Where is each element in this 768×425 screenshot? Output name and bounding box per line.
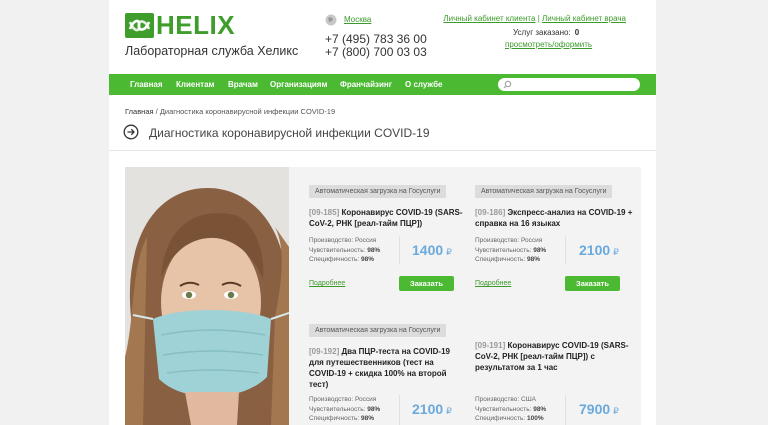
price-value: 1400 <box>412 242 444 258</box>
search-icon <box>503 80 512 89</box>
gosuslugi-tag: Автоматическая загрузка на Госуслуги <box>309 324 447 337</box>
details-link[interactable]: Подробнее <box>309 280 345 287</box>
account-links-separator: | <box>537 14 540 23</box>
helix-logo-icon[interactable] <box>125 13 154 38</box>
nav-item-about[interactable]: О службе <box>405 80 442 89</box>
nav-item-organizations[interactable]: Организациям <box>270 80 327 89</box>
product-title[interactable]: [09-191] Коронавирус COVID-19 (SARS-CoV-… <box>475 340 639 373</box>
brand-name[interactable]: HELIX <box>156 10 235 41</box>
doctor-account-link[interactable]: Личный кабинет врача <box>542 14 626 23</box>
sensitivity-value: 98% <box>533 405 547 413</box>
product-price: 2100 ₽ <box>579 242 619 258</box>
sensitivity-label: Чувствительность: <box>309 405 366 413</box>
production-label: Производство: <box>475 396 520 403</box>
divider <box>109 150 656 151</box>
product-price: 1400 ₽ <box>412 242 452 258</box>
nav-item-doctors[interactable]: Врачам <box>228 80 258 89</box>
product-meta: Производство: США Чувствительность: 98% … <box>475 395 546 424</box>
cart-label: Услуг заказано: <box>513 28 571 37</box>
cart-count: 0 <box>574 28 580 37</box>
separator <box>399 236 400 264</box>
specificity-value: 98% <box>360 415 374 422</box>
product-code: [09-185] <box>309 208 340 217</box>
page: HELIX Лабораторная служба Хеликс Москва … <box>109 0 656 425</box>
specificity-label: Специфичность: <box>475 256 526 263</box>
breadcrumb-home[interactable]: Главная <box>125 107 154 116</box>
production-label: Производство: <box>309 396 354 403</box>
phone-1[interactable]: +7 (495) 783 36 00 <box>325 32 427 46</box>
product-title[interactable]: [09-192] Два ПЦР-теста на COVID-19 для п… <box>309 346 459 390</box>
specificity-value: 98% <box>526 256 540 263</box>
product-code: [09-191] <box>475 341 506 350</box>
specificity-value: 100% <box>526 415 544 422</box>
sensitivity-label: Чувствительность: <box>309 246 366 254</box>
production-label: Производство: <box>475 237 520 244</box>
product-price: 7900 ₽ <box>579 401 619 417</box>
details-link[interactable]: Подробнее <box>475 280 511 287</box>
product-meta: Производство: Россия Чувствительность: 9… <box>309 395 380 424</box>
arrow-circle-icon[interactable] <box>123 124 139 140</box>
separator <box>565 395 566 425</box>
nav-item-franchise[interactable]: Франчайзинг <box>340 80 392 89</box>
page-title: Диагностика коронавирусной инфекции COVI… <box>149 126 430 140</box>
sensitivity-value: 98% <box>367 246 381 254</box>
currency-symbol: ₽ <box>613 406 619 416</box>
view-order-link[interactable]: просмотреть/оформить <box>505 40 592 49</box>
product-meta: Производство: Россия Чувствительность: 9… <box>475 236 546 265</box>
woman-in-mask-image <box>125 167 289 425</box>
order-button[interactable]: Заказать <box>399 276 454 291</box>
breadcrumb-current: Диагностика коронавирусной инфекции COVI… <box>159 107 336 116</box>
separator <box>399 395 400 425</box>
account-links: Личный кабинет клиента | Личный кабинет … <box>443 14 626 23</box>
production-value: США <box>521 396 536 403</box>
gosuslugi-tag: Автоматическая загрузка на Госуслуги <box>309 185 447 198</box>
specificity-label: Специфичность: <box>475 415 526 422</box>
price-value: 2100 <box>412 401 444 417</box>
product-code: [09-192] <box>309 347 340 356</box>
product-card: Автоматическая загрузка на Госуслуги [09… <box>475 180 639 229</box>
production-value: Россия <box>521 237 543 244</box>
sensitivity-value: 98% <box>367 405 381 413</box>
gosuslugi-tag: Автоматическая загрузка на Госуслуги <box>475 185 613 198</box>
currency-symbol: ₽ <box>446 247 452 257</box>
specificity-value: 98% <box>360 256 374 263</box>
product-code: [09-186] <box>475 208 506 217</box>
production-label: Производство: <box>309 237 354 244</box>
location-icon <box>325 14 337 26</box>
product-card: Автоматическая загрузка на Госуслуги [09… <box>309 319 473 390</box>
production-value: Россия <box>355 396 377 403</box>
sensitivity-label: Чувствительность: <box>475 246 532 254</box>
price-value: 2100 <box>579 242 611 258</box>
sensitivity-label: Чувствительность: <box>475 405 532 413</box>
currency-symbol: ₽ <box>613 247 619 257</box>
product-card: [09-191] Коронавирус COVID-19 (SARS-CoV-… <box>475 340 639 373</box>
product-meta: Производство: Россия Чувствительность: 9… <box>309 236 380 265</box>
search-input[interactable] <box>498 78 640 91</box>
product-title[interactable]: [09-185] Коронавирус COVID-19 (SARS-CoV-… <box>309 207 473 229</box>
currency-symbol: ₽ <box>446 406 452 416</box>
brand-subtitle: Лабораторная служба Хеликс <box>125 44 299 58</box>
nav-item-clients[interactable]: Клиентам <box>176 80 214 89</box>
breadcrumb: Главная / Диагностика коронавирусной инф… <box>125 107 335 116</box>
price-value: 7900 <box>579 401 611 417</box>
city-link[interactable]: Москва <box>344 15 371 24</box>
production-value: Россия <box>355 237 377 244</box>
order-button[interactable]: Заказать <box>565 276 620 291</box>
main-nav: Главная Клиентам Врачам Организациям Фра… <box>109 74 656 95</box>
sensitivity-value: 98% <box>533 246 547 254</box>
nav-item-home[interactable]: Главная <box>130 80 163 89</box>
separator <box>565 236 566 264</box>
product-price: 2100 ₽ <box>412 401 452 417</box>
specificity-label: Специфичность: <box>309 256 360 263</box>
phone-2[interactable]: +7 (800) 700 03 03 <box>325 45 427 59</box>
client-account-link[interactable]: Личный кабинет клиента <box>443 14 535 23</box>
product-card: Автоматическая загрузка на Госуслуги [09… <box>309 180 473 229</box>
cart-summary: Услуг заказано: 0 <box>513 28 579 37</box>
specificity-label: Специфичность: <box>309 415 360 422</box>
product-title[interactable]: [09-186] Экспресс-анализ на COVID-19 + с… <box>475 207 639 229</box>
